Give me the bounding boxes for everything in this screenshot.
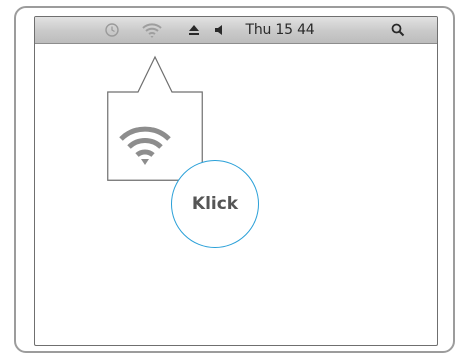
wifi-icon[interactable] [139, 20, 165, 40]
menu-bar: Thu 15 44 [35, 17, 437, 44]
eject-icon[interactable] [185, 20, 203, 40]
klick-label: Klick [191, 194, 239, 214]
klick-callout: Klick [171, 160, 259, 248]
sync-clock-icon[interactable] [101, 20, 123, 40]
volume-icon[interactable] [211, 20, 229, 40]
clock-text: Thu 15 44 [245, 22, 315, 38]
wifi-callout-popup [107, 53, 203, 181]
wifi-icon [117, 121, 173, 169]
menu-clock[interactable]: Thu 15 44 [237, 20, 323, 40]
spotlight-search-icon[interactable] [387, 20, 409, 40]
